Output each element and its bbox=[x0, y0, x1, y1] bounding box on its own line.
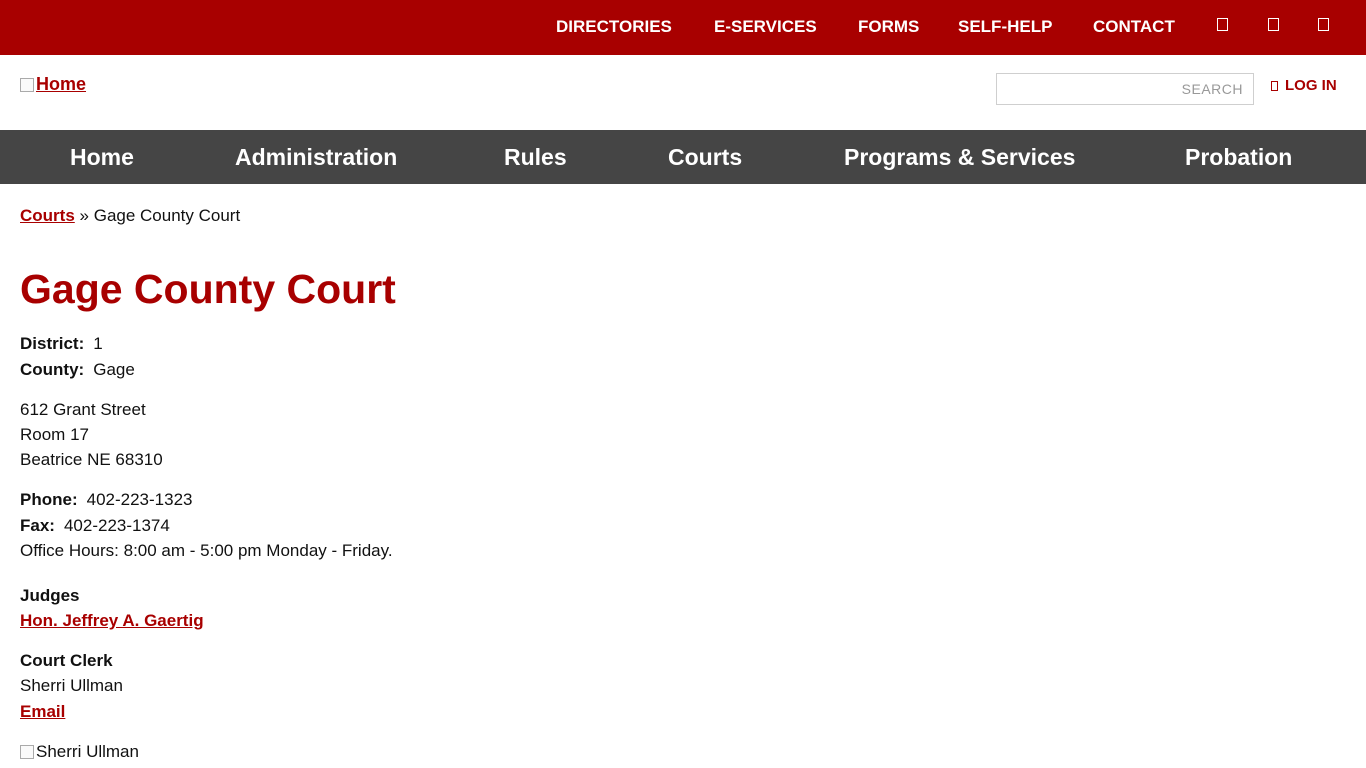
fax-label: Fax: bbox=[20, 516, 55, 535]
phone-value: 402-223-1323 bbox=[86, 490, 193, 509]
nav-item-programs-services[interactable]: Programs & Services bbox=[844, 144, 1075, 171]
utility-bar: DIRECTORIES E-SERVICES FORMS SELF-HELP C… bbox=[0, 0, 1366, 55]
clerk-photo-alt: Sherri Ullman bbox=[36, 742, 139, 761]
breadcrumb-separator: » bbox=[79, 206, 89, 225]
breadcrumb: Courts » Gage County Court bbox=[20, 206, 240, 226]
fax-row: Fax: 402-223-1374 bbox=[20, 516, 170, 536]
district-label: District: bbox=[20, 334, 85, 353]
user-icon bbox=[1271, 80, 1278, 91]
breadcrumb-courts-link[interactable]: Courts bbox=[20, 206, 75, 225]
utility-link-self-help[interactable]: SELF-HELP bbox=[958, 17, 1052, 37]
main-nav: Home Administration Rules Courts Program… bbox=[0, 130, 1366, 184]
nav-item-home[interactable]: Home bbox=[70, 144, 134, 171]
county-value: Gage bbox=[93, 360, 135, 379]
social-icon[interactable] bbox=[1268, 18, 1279, 31]
logo-alt-text: Home bbox=[36, 74, 87, 94]
address-street: 612 Grant Street bbox=[20, 400, 146, 419]
nav-item-rules[interactable]: Rules bbox=[504, 144, 567, 171]
home-logo-link[interactable]: Home bbox=[20, 74, 86, 95]
search-box bbox=[996, 73, 1254, 105]
broken-image-icon bbox=[20, 77, 34, 92]
broken-image-icon bbox=[20, 745, 34, 759]
clerk-name: Sherri Ullman bbox=[20, 676, 123, 695]
clerk-heading: Court Clerk bbox=[20, 651, 113, 670]
phone-label: Phone: bbox=[20, 490, 78, 509]
utility-link-forms[interactable]: FORMS bbox=[858, 17, 919, 37]
district-value: 1 bbox=[93, 334, 103, 353]
nav-item-probation[interactable]: Probation bbox=[1185, 144, 1292, 171]
login-link[interactable]: LOG IN bbox=[1271, 77, 1337, 94]
utility-link-contact[interactable]: CONTACT bbox=[1093, 17, 1175, 37]
breadcrumb-current: Gage County Court bbox=[93, 206, 241, 225]
district-row: District: 1 bbox=[20, 334, 103, 354]
nav-item-administration[interactable]: Administration bbox=[235, 144, 397, 171]
judge-link[interactable]: Hon. Jeffrey A. Gaertig bbox=[20, 611, 204, 631]
county-label: County: bbox=[20, 360, 85, 379]
social-icon[interactable] bbox=[1318, 18, 1329, 31]
address-room: Room 17 bbox=[20, 425, 89, 444]
utility-link-directories[interactable]: DIRECTORIES bbox=[556, 17, 672, 37]
login-label: LOG IN bbox=[1285, 77, 1337, 94]
fax-value: 402-223-1374 bbox=[63, 516, 170, 535]
utility-link-e-services[interactable]: E-SERVICES bbox=[714, 17, 817, 37]
county-row: County: Gage bbox=[20, 360, 135, 380]
search-input[interactable] bbox=[997, 74, 1253, 104]
page-title: Gage County Court bbox=[20, 266, 396, 312]
address-city: Beatrice NE 68310 bbox=[20, 450, 163, 469]
clerk-email-link[interactable]: Email bbox=[20, 702, 65, 722]
office-hours: Office Hours: 8:00 am - 5:00 pm Monday -… bbox=[20, 541, 393, 560]
phone-row: Phone: 402-223-1323 bbox=[20, 490, 192, 510]
nav-item-courts[interactable]: Courts bbox=[668, 144, 742, 171]
social-icon[interactable] bbox=[1217, 18, 1228, 31]
clerk-photo: Sherri Ullman bbox=[20, 742, 139, 762]
judges-heading: Judges bbox=[20, 586, 80, 605]
